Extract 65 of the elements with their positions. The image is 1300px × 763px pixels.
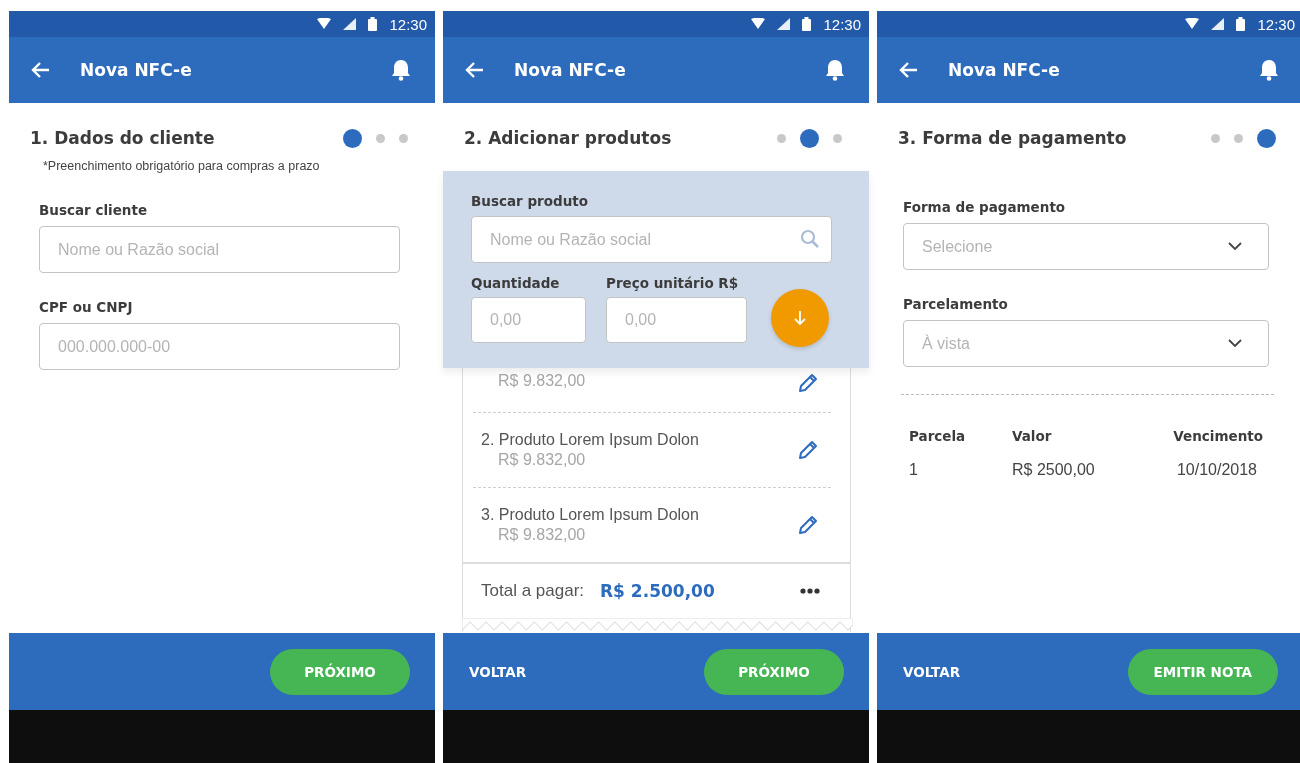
product-price: R$ 9.832,00 [497,526,587,544]
screen-title: Nova NFC-e [514,60,627,80]
dropdown-field[interactable]: À vista [903,320,1269,367]
table-cell-text: R$ 2500,00 [1012,461,1096,479]
status-time: 12:30 [823,15,861,33]
battery-icon [1236,17,1246,31]
price-field[interactable]: 0,00 [606,297,747,343]
field-label: Quantidade [471,275,561,291]
primary-button[interactable]: EMITIR NOTA [1127,648,1278,695]
pencil-icon[interactable] [797,514,819,536]
arrow-down-icon [792,310,808,326]
battery-icon [368,17,378,31]
table-cell-text: 1 [909,461,919,479]
bell-icon[interactable] [825,59,845,81]
signal-icon [343,18,357,30]
primary-button[interactable]: PRÓXIMO [704,648,844,695]
field-label: Parcelamento [903,296,1009,312]
search-icon [800,229,820,249]
input-field[interactable]: Nome ou Razão social [39,226,400,273]
status-time: 12:30 [1257,15,1295,33]
field-label: Preço unitário R$ [606,275,740,291]
bell-icon[interactable] [391,59,411,81]
back-arrow-icon[interactable] [464,61,484,79]
dropdown-field[interactable]: Selecione [903,223,1269,270]
field-label: Buscar produto [471,193,589,209]
pencil-icon[interactable] [797,372,819,394]
field-label: Buscar cliente [39,202,149,218]
back-arrow-icon[interactable] [898,61,918,79]
screen-title: Nova NFC-e [948,60,1061,80]
wifi-icon [751,18,766,30]
wifi-icon [317,18,332,30]
column-header: Vencimento [1172,428,1264,444]
column-header: Parcela [909,428,967,444]
column-header: Valor [1012,428,1053,444]
product-price: R$ 9.832,00 [497,372,586,390]
chevron-down-icon [1228,339,1242,348]
back-arrow-icon[interactable] [30,61,50,79]
search-field[interactable]: Nome ou Razão social [471,216,832,263]
primary-button[interactable]: PRÓXIMO [270,648,410,695]
back-button[interactable]: VOLTAR [469,663,527,680]
pencil-icon[interactable] [797,439,819,461]
wifi-icon [1185,18,1200,30]
product-name: 3. Produto Lorem Ipsum Dolon [481,506,699,524]
total-value: R$ 2.500,00 [600,581,716,601]
table-cell-text: 10/10/2018 [1175,461,1258,479]
field-label: Forma de pagamento [903,199,1067,215]
status-time: 12:30 [389,15,427,33]
total-label: Total a pagar: [481,581,584,601]
back-button[interactable]: VOLTAR [903,663,961,680]
product-price: R$ 9.832,00 [497,451,587,469]
required-note: *Preenchimento obrigatório para compras a prazo [42,158,321,173]
input-field[interactable]: 000.000.000-00 [39,323,400,370]
battery-icon [802,17,812,31]
field-label: CPF ou CNPJ [39,299,134,315]
product-name: 2. Produto Lorem Ipsum Dolon [481,431,699,449]
signal-icon [1211,18,1225,30]
signal-icon [777,18,791,30]
bell-icon[interactable] [1259,59,1279,81]
step-heading: 2. Adicionar produtos [464,128,672,148]
quantity-field[interactable]: 0,00 [471,297,586,343]
chevron-down-icon [1228,242,1242,251]
step-heading: 1. Dados do cliente [30,128,215,148]
screen-title: Nova NFC-e [80,60,193,80]
more-icon[interactable] [800,588,820,594]
step-heading: 3. Forma de pagamento [898,128,1127,148]
